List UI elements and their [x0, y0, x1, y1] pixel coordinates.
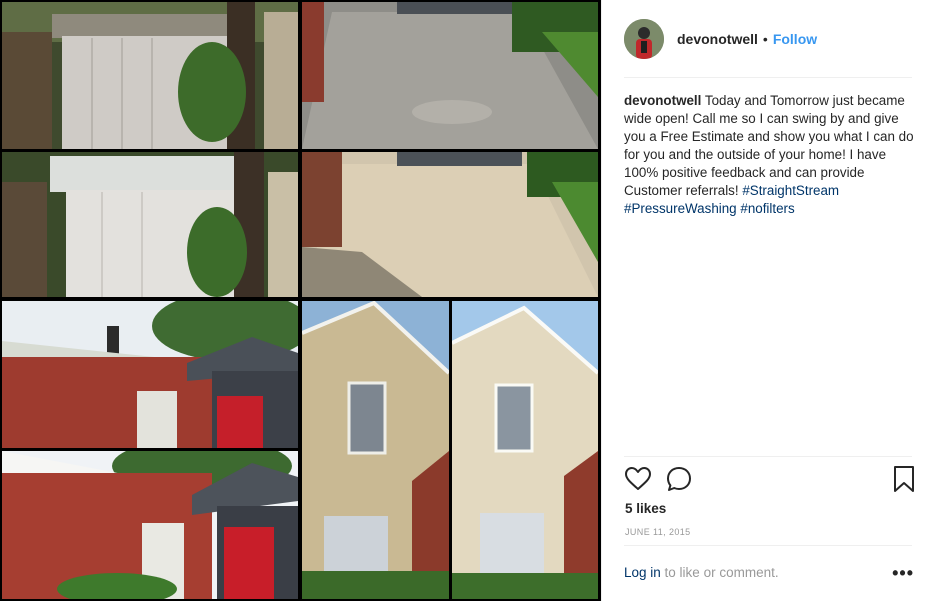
- photo-shed-after: [2, 152, 298, 297]
- bookmark-icon[interactable]: [892, 465, 916, 493]
- login-prompt-text: to like or comment.: [660, 565, 779, 580]
- divider: [624, 77, 912, 78]
- separator-dot: •: [762, 31, 768, 47]
- divider: [624, 456, 912, 457]
- hashtag-link[interactable]: #PressureWashing: [624, 201, 737, 216]
- photo-house-front-before: [302, 301, 449, 599]
- comment-icon[interactable]: [665, 465, 693, 493]
- post-image-collage[interactable]: [0, 0, 601, 601]
- comment-footer: Log in to like or comment. •••: [624, 563, 914, 585]
- avatar[interactable]: [624, 19, 664, 59]
- username-link[interactable]: devonotwell: [677, 31, 758, 47]
- more-options-icon[interactable]: •••: [892, 563, 914, 584]
- photo-shed-before: [2, 2, 298, 149]
- post-details-panel: devonotwell • Follow devonotwell Today a…: [601, 0, 937, 601]
- like-count[interactable]: 5 likes: [625, 501, 666, 516]
- photo-house-siding-after: [2, 451, 298, 599]
- post-actions: [624, 465, 916, 493]
- heart-icon[interactable]: [624, 465, 652, 493]
- hashtag-link[interactable]: #StraightStream: [742, 183, 839, 198]
- photo-driveway-before: [302, 2, 598, 149]
- photo-house-siding-before: [2, 301, 298, 448]
- photo-house-front-after: [452, 301, 598, 599]
- post-date: JUNE 11, 2015: [625, 527, 691, 537]
- caption-username[interactable]: devonotwell: [624, 93, 701, 108]
- follow-button[interactable]: Follow: [773, 31, 817, 47]
- login-link[interactable]: Log in: [624, 565, 661, 580]
- divider: [624, 545, 912, 546]
- post-caption: devonotwell Today and Tomorrow just beca…: [624, 92, 914, 218]
- post-header: devonotwell • Follow: [624, 18, 914, 60]
- hashtag-link[interactable]: #nofilters: [740, 201, 794, 216]
- photo-driveway-after: [302, 152, 598, 297]
